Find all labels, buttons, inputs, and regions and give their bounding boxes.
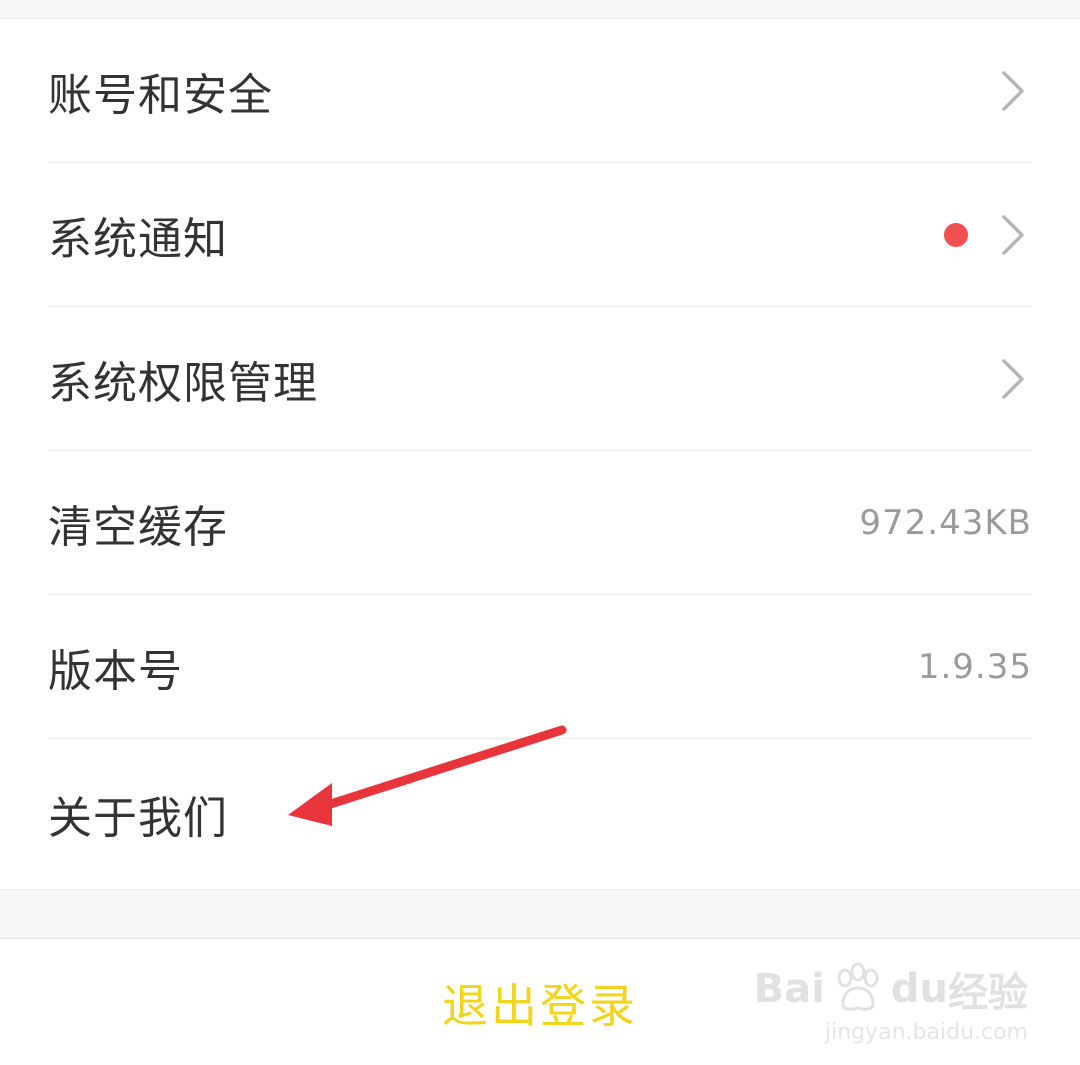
baidu-jingyan-watermark: Bai du 经验 jingyan.baidu.com bbox=[754, 960, 1028, 1045]
row-right: 1.9.35 bbox=[918, 647, 1032, 687]
notification-badge-dot bbox=[944, 222, 968, 247]
settings-row-system-notification[interactable]: 系统通知 bbox=[48, 163, 1032, 307]
row-label: 系统权限管理 bbox=[48, 357, 318, 409]
row-right: 972.43KB bbox=[859, 503, 1032, 543]
settings-list: 账号和安全 系统通知 系统权限管理 清空缓存 972.43KB 版本号 1.9.… bbox=[0, 19, 1080, 889]
settings-row-permission-management[interactable]: 系统权限管理 bbox=[48, 307, 1032, 451]
settings-row-version: 版本号 1.9.35 bbox=[48, 595, 1032, 739]
section-gap bbox=[0, 889, 1080, 939]
row-label: 版本号 bbox=[48, 645, 183, 697]
cache-size-value: 972.43KB bbox=[859, 502, 1032, 543]
watermark-url: jingyan.baidu.com bbox=[824, 1020, 1028, 1045]
row-label: 账号和安全 bbox=[48, 69, 273, 121]
settings-row-account-security[interactable]: 账号和安全 bbox=[48, 19, 1032, 163]
row-right bbox=[998, 357, 1032, 401]
row-label: 清空缓存 bbox=[48, 501, 228, 553]
row-right bbox=[944, 213, 1032, 257]
row-label: 系统通知 bbox=[48, 213, 228, 265]
watermark-brand-end: du bbox=[890, 966, 948, 1012]
logout-button[interactable]: 退出登录 bbox=[442, 970, 638, 1036]
settings-row-about-us[interactable]: 关于我们 bbox=[48, 739, 1032, 889]
settings-row-clear-cache[interactable]: 清空缓存 972.43KB bbox=[48, 451, 1032, 595]
watermark-brand: Bai bbox=[753, 966, 825, 1012]
chevron-right-icon bbox=[1002, 214, 1024, 255]
chevron-right-icon bbox=[1002, 70, 1024, 111]
chevron-right-icon bbox=[1002, 358, 1024, 399]
row-label: 关于我们 bbox=[48, 793, 228, 844]
paw-icon bbox=[837, 962, 879, 1011]
top-gap bbox=[0, 0, 1080, 19]
row-right bbox=[998, 69, 1032, 113]
version-value: 1.9.35 bbox=[917, 646, 1032, 687]
watermark-brand-cn: 经验 bbox=[948, 970, 1028, 1016]
watermark-logo: Bai du 经验 bbox=[754, 960, 1028, 1018]
